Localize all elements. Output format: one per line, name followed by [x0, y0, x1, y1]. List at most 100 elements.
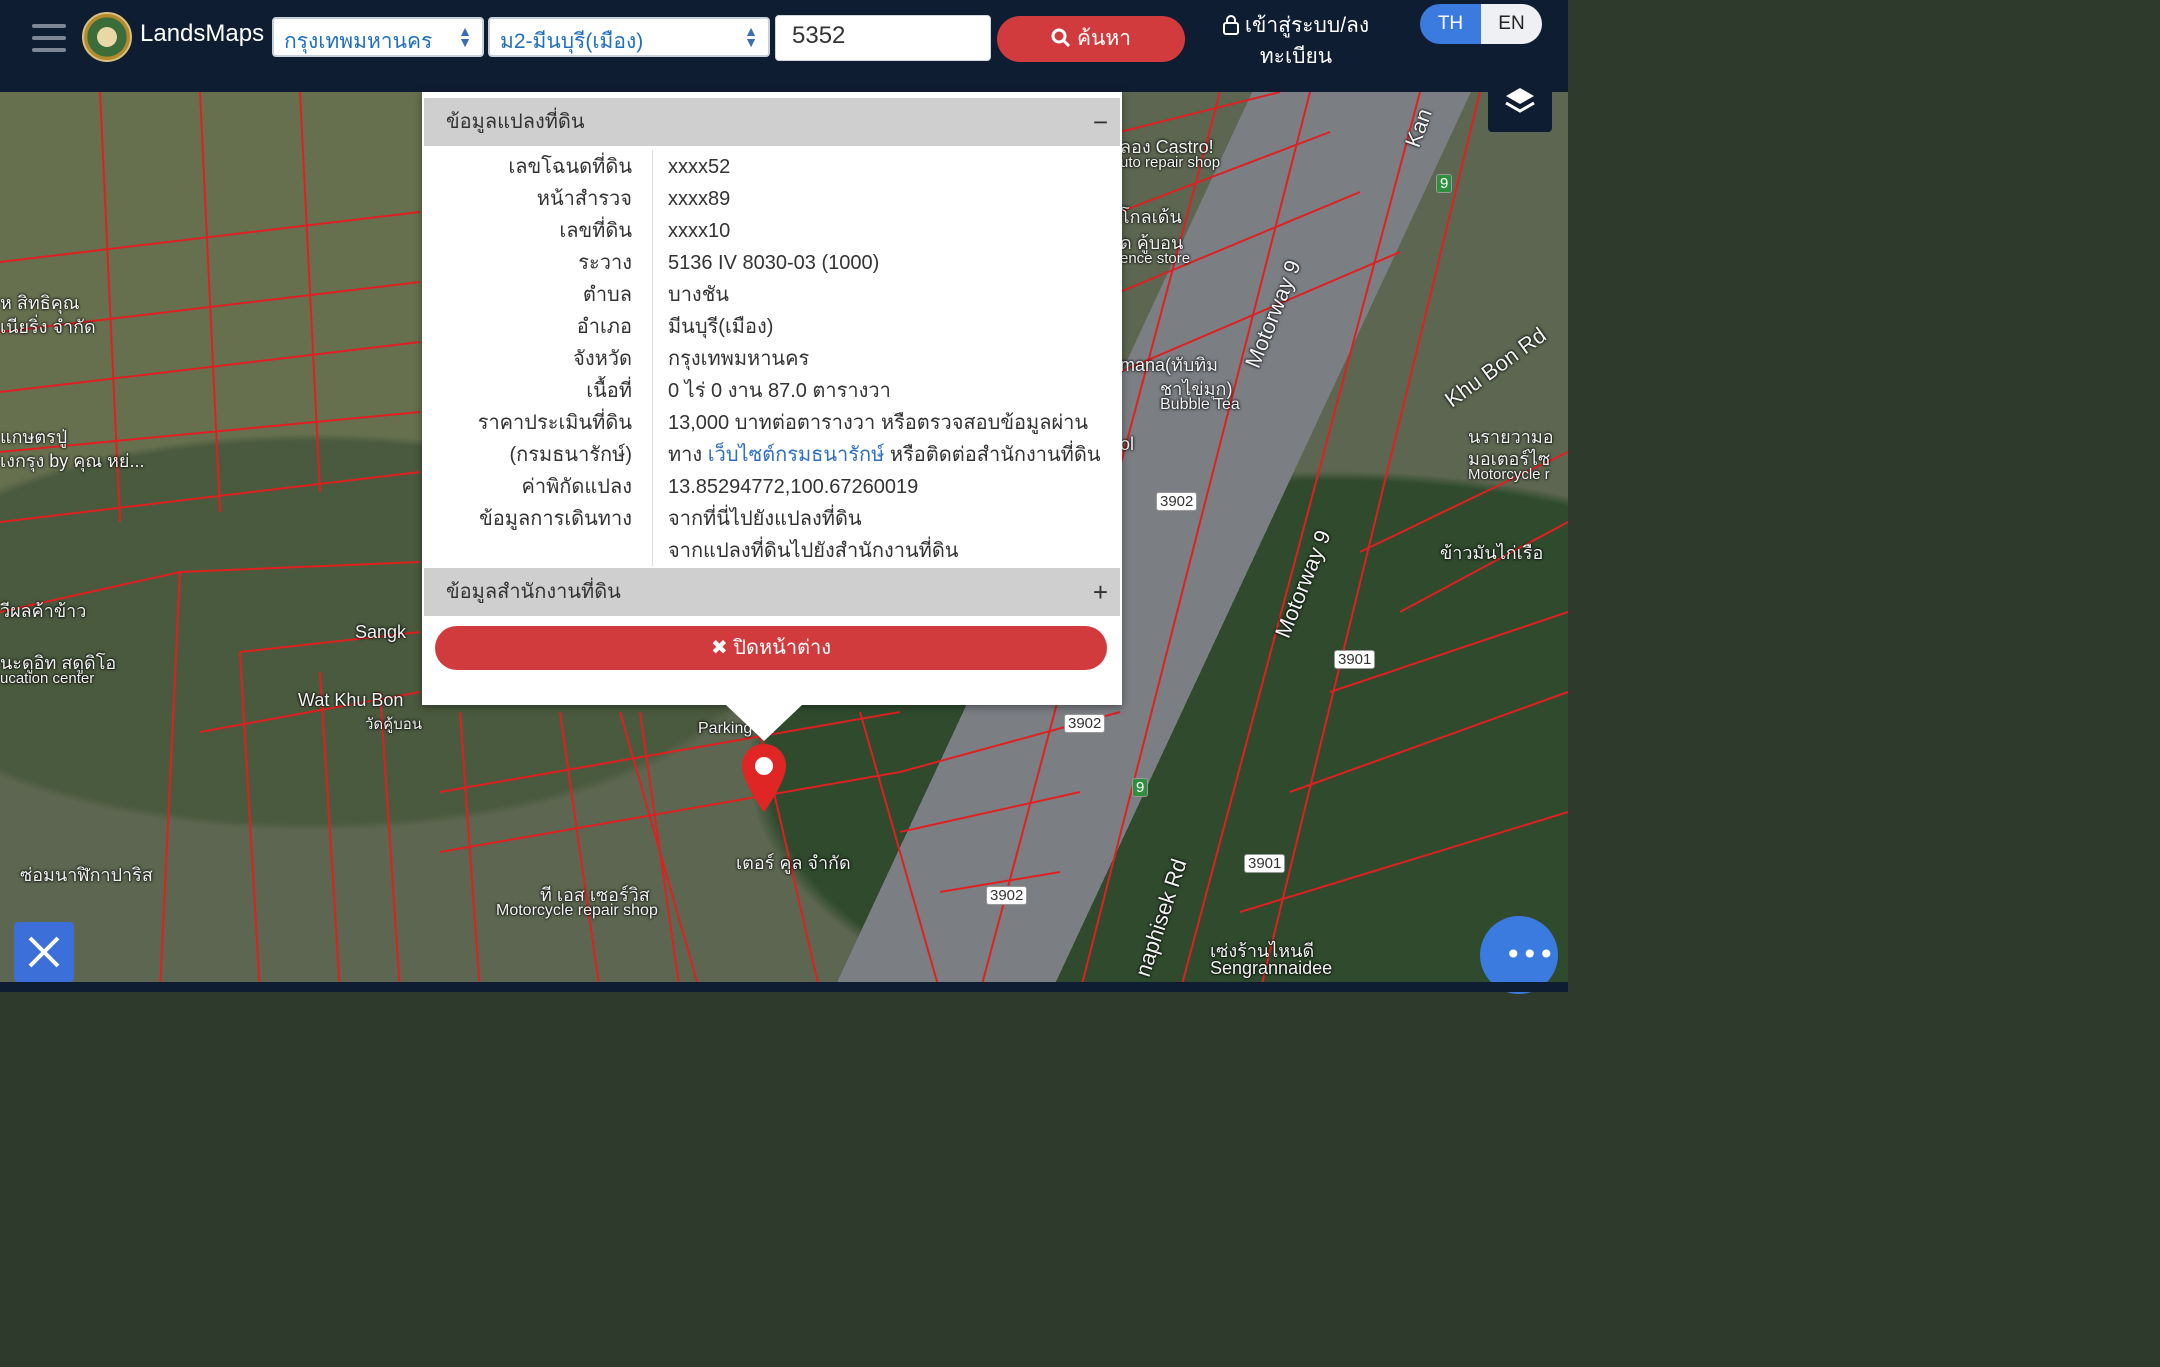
- district-select[interactable]: ม2-มีนบุรี(เมือง) ▲ ▼: [488, 17, 770, 57]
- select-chevron-icon: ▲ ▼: [458, 23, 472, 50]
- measure-tools-button[interactable]: [14, 922, 74, 982]
- coordinates-link[interactable]: 13.85294772,100.67260019: [668, 471, 1108, 503]
- popup-pointer: [726, 705, 802, 741]
- map-label-wat-khu-bon-th: วัดคู้บอน: [365, 716, 422, 733]
- info-label: เลขโฉนดที่ดิน: [508, 156, 632, 178]
- language-toggle: TH EN: [1420, 4, 1542, 44]
- map-pin-icon[interactable]: [740, 742, 788, 814]
- land-office-header[interactable]: ข้อมูลสำนักงานที่ดิน +: [424, 568, 1120, 616]
- select-chevron-icon: ▲ ▼: [744, 23, 758, 50]
- map-label-golden: โกลเด้น: [1120, 207, 1182, 227]
- info-label: ตำบล: [582, 284, 632, 306]
- login-label-line2: ทะเบียน: [1259, 45, 1333, 68]
- route-to-office-link[interactable]: จากแปลงที่ดินไปยังสำนักงานที่ดิน: [668, 535, 1108, 567]
- land-office-title: ข้อมูลสำนักงานที่ดิน: [446, 581, 621, 603]
- info-row: ตำบล บางชัน: [422, 279, 1118, 311]
- route-badge: 3902: [986, 886, 1028, 905]
- info-label: จังหวัด: [573, 348, 632, 370]
- info-value: 0 ไร่ 0 งาน 87.0 ตารางวา: [668, 380, 891, 402]
- collapse-icon[interactable]: −: [1093, 98, 1108, 146]
- menu-icon[interactable]: [32, 24, 66, 54]
- more-dots-icon: •••: [1505, 938, 1555, 971]
- close-window-label: ปิดหน้าต่าง: [733, 637, 832, 659]
- treasury-website-link[interactable]: เว็บไซต์กรมธนารักษ์: [708, 444, 885, 466]
- info-value: กรุงเทพมหานคร: [668, 348, 810, 370]
- coord-label: ค่าพิกัดแปลง: [521, 476, 633, 498]
- search-icon: [1051, 28, 1071, 48]
- parcel-search-input[interactable]: 5352: [775, 15, 991, 61]
- map-label-watch: ซ่อมนาฬิกาปาริส: [20, 865, 153, 885]
- info-row-route: ข้อมูลการเดินทาง จากที่นี่ไปยังแปลงที่ดิ…: [422, 503, 1118, 535]
- parcel-info-header[interactable]: ข้อมูลแปลงที่ดิน −: [424, 98, 1120, 146]
- search-button-label: ค้นหา: [1076, 27, 1132, 50]
- map-label-kaset2: เงกรุง by คุณ หย่...: [0, 451, 145, 471]
- info-value: xxxx10: [668, 220, 731, 242]
- info-value: บางชัน: [668, 284, 729, 306]
- map-label-bubble: Bubble Tea: [1160, 396, 1240, 413]
- info-row: ระวาง 5136 IV 8030-03 (1000): [422, 247, 1118, 279]
- district-select-value: ม2-มีนบุรี(เมือง): [500, 30, 644, 53]
- layers-icon: [1505, 88, 1535, 113]
- login-register-link[interactable]: เข้าสู่ระบบ/ลง ทะเบียน: [1218, 10, 1374, 72]
- info-label: เนื้อที่: [586, 380, 632, 402]
- parcel-info-table: เลขโฉนดที่ดิน xxxx52 หน้าสำรวจ xxxx89 เลขท…: [422, 151, 1118, 567]
- parcel-info-title: ข้อมูลแปลงที่ดิน: [446, 111, 585, 133]
- route-badge: 3901: [1334, 650, 1376, 669]
- map-label-ramintra3: Motorcycle r: [1468, 466, 1550, 483]
- map-label-sittikun2: เนียริ่ง จำกัด: [0, 317, 96, 337]
- lock-icon: [1222, 15, 1239, 35]
- info-row-coord: ค่าพิกัดแปลง 13.85294772,100.67260019: [422, 471, 1118, 503]
- info-row: เนื้อที่ 0 ไร่ 0 งาน 87.0 ตารางวา: [422, 375, 1118, 407]
- info-row-price: ราคาประเมินที่ดิน 13,000 บาทต่อตารางวา ห…: [422, 407, 1118, 439]
- price-value-2a: ทาง: [668, 444, 708, 466]
- top-navbar: LandsMaps กรุงเทพมหานคร ▲ ▼ ม2-มีนบุรี(เม…: [0, 0, 1568, 92]
- info-value: 5136 IV 8030-03 (1000): [668, 252, 880, 274]
- info-label: ระวาง: [578, 252, 632, 274]
- map-label-edu2: ucation center: [0, 670, 95, 687]
- route-badge: 9: [1132, 778, 1149, 797]
- expand-icon[interactable]: +: [1093, 568, 1108, 616]
- search-button[interactable]: ค้นหา: [997, 16, 1185, 62]
- lang-th-button[interactable]: TH: [1420, 4, 1481, 44]
- map-label-seng2: Sengrannaidee: [1210, 958, 1333, 978]
- price-value-2: ทาง เว็บไซต์กรมธนารักษ์ หรือติดต่อสำนักง…: [668, 439, 1108, 471]
- app-title: LandsMaps: [140, 20, 265, 47]
- info-value: มีนบุรี(เมือง): [668, 316, 774, 338]
- route-label: ข้อมูลการเดินทาง: [479, 508, 632, 530]
- bottom-bar: [0, 982, 1568, 992]
- route-badge: 9: [1436, 174, 1453, 193]
- map-label-castro-sub: uto repair shop: [1120, 154, 1221, 171]
- lang-en-button[interactable]: EN: [1481, 4, 1542, 44]
- price-label-2: (กรมธนารักษ์): [509, 444, 633, 466]
- map-label-cooler: เตอร์ คูล จำกัด: [736, 853, 851, 873]
- info-row: เลขโฉนดที่ดิน xxxx52: [422, 151, 1118, 183]
- province-select[interactable]: กรุงเทพมหานคร ▲ ▼: [272, 17, 484, 57]
- info-value: xxxx52: [668, 156, 731, 178]
- info-value: xxxx89: [668, 188, 731, 210]
- info-row: เลขที่ดิน xxxx10: [422, 215, 1118, 247]
- info-label: อำเภอ: [576, 316, 632, 338]
- info-row: หน้าสำรวจ xxxx89: [422, 183, 1118, 215]
- info-label: หน้าสำรวจ: [536, 188, 632, 210]
- map-label-ol: ol: [1120, 434, 1135, 454]
- province-select-value: กรุงเทพมหานคร: [284, 30, 433, 53]
- map-label-rice: วีผลค้าข้าว: [0, 601, 87, 621]
- close-window-button[interactable]: ✖ ปิดหน้าต่าง: [435, 626, 1107, 670]
- landsmaps-logo: [82, 12, 132, 62]
- price-value-1: 13,000 บาทต่อตารางวา หรือตรวจสอบข้อมูลผ่…: [668, 412, 1089, 434]
- info-label: เลขที่ดิน: [559, 220, 632, 242]
- map-label-sangk: Sangk: [355, 622, 407, 642]
- info-row-price-2: (กรมธนารักษ์) ทาง เว็บไซต์กรมธนารักษ์ หร…: [422, 439, 1118, 471]
- map-label-store: ence store: [1120, 250, 1191, 267]
- map-label-ts-motorcycle: Motorcycle repair shop: [496, 902, 658, 919]
- info-row: จังหวัด กรุงเทพมหานคร: [422, 343, 1118, 375]
- login-label-line1: เข้าสู่ระบบ/ลง: [1244, 14, 1370, 37]
- measure-tools-icon: [28, 936, 60, 968]
- close-icon: ✖: [710, 637, 734, 659]
- route-to-parcel-link[interactable]: จากที่นี่ไปยังแปลงที่ดิน: [668, 503, 1108, 535]
- map-label-chicken-rice: ข้าวมันไก่เรือ: [1440, 543, 1544, 563]
- info-row-route-2: จากแปลงที่ดินไปยังสำนักงานที่ดิน: [422, 535, 1118, 567]
- info-row: อำเภอ มีนบุรี(เมือง): [422, 311, 1118, 343]
- layers-button[interactable]: [1488, 76, 1552, 132]
- route-badge: 3902: [1064, 714, 1106, 733]
